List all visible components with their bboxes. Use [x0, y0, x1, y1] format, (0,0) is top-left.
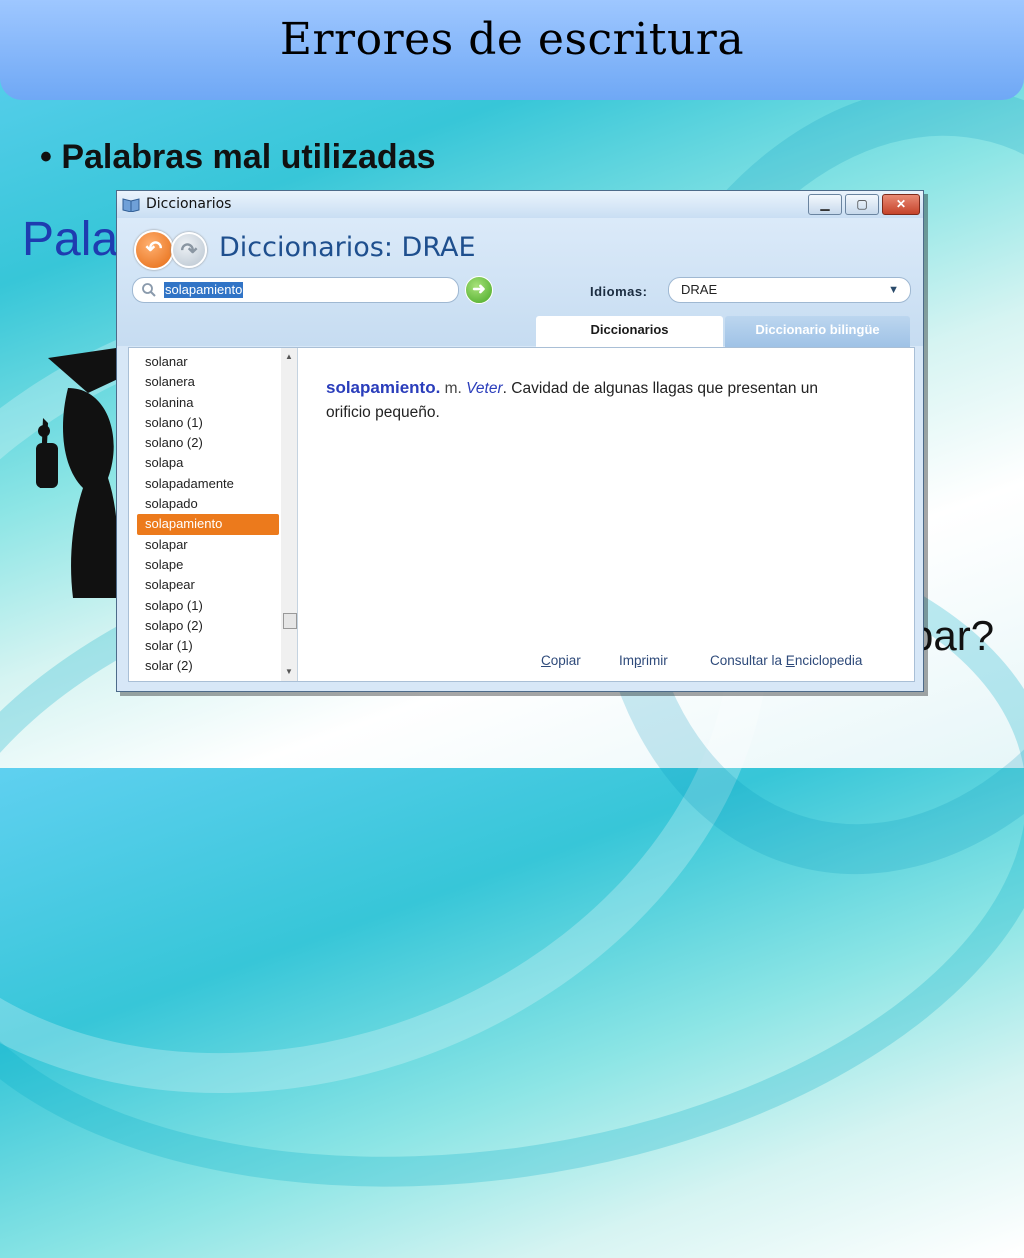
maximize-button[interactable]: ▢ — [845, 194, 879, 215]
idiomas-dropdown[interactable]: DRAE ▼ — [668, 277, 911, 303]
back-button[interactable]: ↶ — [134, 230, 174, 270]
definition-abbreviation: Veter — [466, 380, 503, 397]
list-item[interactable]: solanina — [137, 393, 279, 413]
app-heading: Diccionarios: DRAE — [219, 232, 476, 263]
minimize-button[interactable]: ▁ — [808, 194, 842, 215]
list-item[interactable]: solano (2) — [137, 433, 279, 453]
encyclopedia-link-rest: nciclopedia — [794, 653, 863, 668]
search-field[interactable]: solapamiento — [132, 277, 459, 303]
chevron-down-icon: ▼ — [888, 284, 899, 296]
graduate-silhouette-image — [36, 348, 120, 598]
list-item[interactable]: solapo (1) — [137, 596, 279, 616]
book-icon — [122, 198, 140, 212]
list-item[interactable]: solar (1) — [137, 636, 279, 656]
print-link-accesskey: p — [634, 653, 642, 668]
bullet-text: • Palabras mal utilizadas — [40, 138, 436, 176]
idiomas-label: Idiomas: — [590, 284, 648, 299]
encyclopedia-link[interactable]: Consultar la Enciclopedia — [710, 653, 862, 668]
scroll-down-icon[interactable]: ▼ — [281, 665, 297, 679]
arrow-right-icon: ➜ — [472, 281, 486, 298]
search-icon — [142, 283, 156, 297]
list-item[interactable]: solapear — [137, 575, 279, 595]
forward-arrow-icon: ↷ — [180, 240, 198, 262]
list-item[interactable]: solapadamente — [137, 474, 279, 494]
search-go-button[interactable]: ➜ — [465, 276, 493, 304]
word-list-items: solanar solanera solanina solano (1) sol… — [137, 352, 279, 677]
list-item[interactable]: solapo (2) — [137, 616, 279, 636]
print-link[interactable]: Imprimir — [619, 653, 668, 668]
content-area: solanar solanera solanina solano (1) sol… — [128, 347, 915, 682]
dictionary-window: Diccionarios ▁ ▢ ✕ ↶ ↷ Diccionarios: DRA… — [116, 190, 924, 692]
window-title: Diccionarios — [146, 196, 232, 212]
definition-headword: solapamiento. — [326, 378, 441, 397]
list-item[interactable]: solar (2) — [137, 656, 279, 676]
print-link-rest: rimir — [641, 653, 668, 668]
list-item[interactable]: solapado — [137, 494, 279, 514]
list-item[interactable]: solanar — [137, 352, 279, 372]
word-list: solanar solanera solanina solano (1) sol… — [129, 348, 298, 681]
tab-diccionario-bilingue[interactable]: Diccionario bilingüe — [725, 316, 910, 347]
list-item[interactable]: solanera — [137, 372, 279, 392]
tab-diccionarios[interactable]: Diccionarios — [536, 316, 723, 347]
copy-link-rest: opiar — [550, 653, 581, 668]
copy-link-accesskey: C — [541, 653, 551, 668]
definition-panel: solapamiento. m. Veter. Cavidad de algun… — [326, 376, 866, 425]
list-item-selected[interactable]: solapamiento — [137, 514, 279, 535]
close-button[interactable]: ✕ — [882, 194, 920, 215]
list-item[interactable]: solano (1) — [137, 413, 279, 433]
encyclopedia-link-pre: Consultar la — [710, 653, 786, 668]
encyclopedia-link-accesskey: E — [785, 653, 795, 668]
word-list-scrollbar[interactable]: ▲ ▼ — [281, 348, 297, 681]
back-arrow-icon: ↶ — [145, 238, 163, 260]
search-input[interactable]: solapamiento — [164, 282, 244, 298]
scroll-up-icon[interactable]: ▲ — [281, 350, 297, 364]
idiomas-selected-value: DRAE — [681, 282, 718, 297]
copy-link[interactable]: Copiar — [541, 653, 581, 668]
slide-title: Errores de escritura — [279, 14, 745, 65]
list-item[interactable]: solape — [137, 555, 279, 575]
window-titlebar[interactable]: Diccionarios ▁ ▢ ✕ — [117, 191, 923, 218]
partial-text-left: Pala — [22, 213, 119, 266]
definition-grammar: m. — [444, 380, 462, 397]
list-item[interactable]: solapar — [137, 535, 279, 555]
forward-button[interactable]: ↷ — [171, 232, 207, 268]
scrollbar-thumb[interactable] — [283, 613, 297, 629]
list-item[interactable]: solapa — [137, 453, 279, 473]
print-link-pre: Im — [619, 653, 634, 668]
